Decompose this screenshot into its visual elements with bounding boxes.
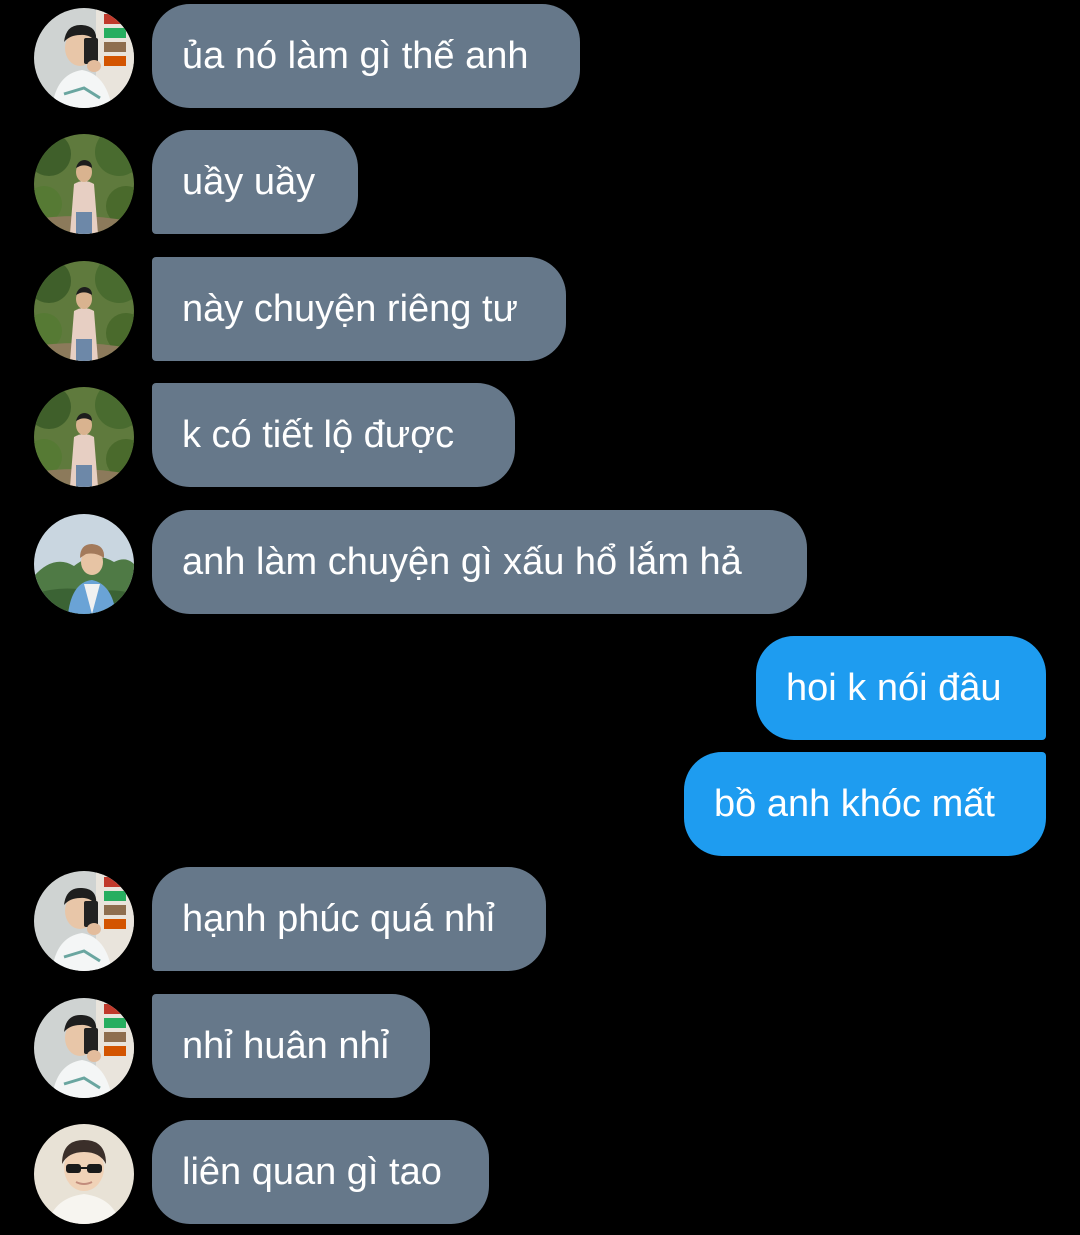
message-row: bồ anh khóc mất [0,752,1080,856]
message-row: anh làm chuyện gì xấu hổ lắm hả [0,510,1080,614]
incoming-message-bubble[interactable]: uầy uầy [152,130,358,234]
incoming-message-bubble[interactable]: ủa nó làm gì thế anh [152,4,580,108]
message-text: bồ anh khóc mất [714,783,995,825]
avatar-garden-photo[interactable] [34,387,134,487]
message-text: nhỉ huân nhỉ [182,1025,390,1067]
message-row: k có tiết lộ được [0,383,1080,487]
message-text: k có tiết lộ được [182,414,455,456]
incoming-message-bubble[interactable]: liên quan gì tao [152,1120,489,1224]
message-text: uầy uầy [182,161,316,203]
message-text: này chuyện riêng tư [182,288,518,330]
message-text: hoi k nói đâu [786,667,1002,709]
incoming-message-bubble[interactable]: k có tiết lộ được [152,383,515,487]
message-row: liên quan gì tao [0,1120,1080,1224]
incoming-message-bubble[interactable]: anh làm chuyện gì xấu hổ lắm hả [152,510,807,614]
incoming-message-bubble[interactable]: nhỉ huân nhỉ [152,994,430,1098]
message-row: uầy uầy [0,130,1080,234]
message-row: hạnh phúc quá nhỉ [0,867,1080,971]
incoming-message-bubble[interactable]: này chuyện riêng tư [152,257,566,361]
avatar-mirror-selfie[interactable] [34,998,134,1098]
incoming-message-bubble[interactable]: hạnh phúc quá nhỉ [152,867,546,971]
avatar-sunglasses-photo[interactable] [34,1124,134,1224]
message-text: ủa nó làm gì thế anh [182,35,529,77]
message-row: ủa nó làm gì thế anh [0,4,1080,108]
message-text: anh làm chuyện gì xấu hổ lắm hả [182,541,742,583]
avatar-garden-photo[interactable] [34,134,134,234]
avatar-mirror-selfie[interactable] [34,871,134,971]
avatar-mirror-selfie[interactable] [34,8,134,108]
avatar-garden-photo[interactable] [34,261,134,361]
outgoing-message-bubble[interactable]: hoi k nói đâu [756,636,1046,740]
outgoing-message-bubble[interactable]: bồ anh khóc mất [684,752,1046,856]
message-text: liên quan gì tao [182,1151,442,1193]
avatar-mountain-photo[interactable] [34,514,134,614]
message-row: này chuyện riêng tư [0,257,1080,361]
message-row: hoi k nói đâu [0,636,1080,740]
message-row: nhỉ huân nhỉ [0,994,1080,1098]
chat-screen: { "colors": { "background": "#000000", "… [0,0,1080,1235]
message-text: hạnh phúc quá nhỉ [182,898,495,940]
